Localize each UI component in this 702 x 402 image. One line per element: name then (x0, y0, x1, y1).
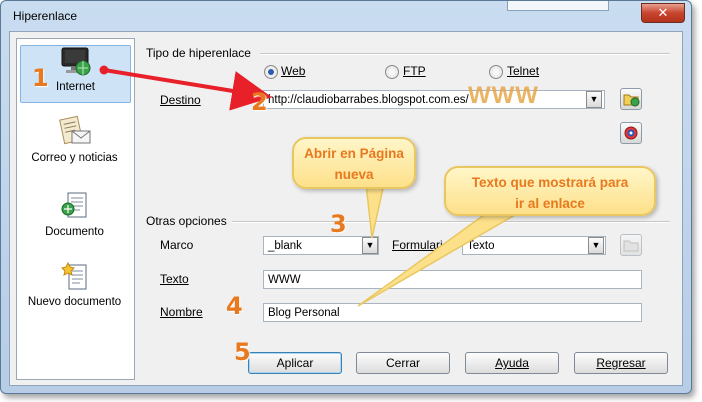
category-document-label: Documento (45, 226, 104, 238)
category-new-document-label: Nuevo documento (27, 296, 122, 308)
radio-web[interactable] (264, 65, 278, 79)
background-window-fragment (507, 1, 609, 11)
frame-label: Marco (160, 238, 194, 252)
open-folder-globe-icon (623, 94, 640, 107)
target-dropdown-button[interactable]: ▼ (586, 91, 602, 108)
category-mail-news-label: Correo y noticias (31, 152, 118, 164)
target-in-document-button[interactable] (620, 122, 642, 144)
target-url-input[interactable]: http://claudiobarrabes.blogspot.com.es/ (263, 90, 605, 109)
callout-display-text: Texto que mostrará para ir al enlace (444, 166, 656, 216)
frame-dropdown-button[interactable]: ▼ (362, 237, 378, 254)
category-internet-label: Internet (56, 81, 95, 93)
name-input[interactable]: Blog Personal (263, 303, 642, 322)
category-new-document[interactable]: Nuevo documento (20, 261, 129, 327)
window-title: Hiperenlace (13, 9, 78, 23)
radio-ftp[interactable] (385, 65, 399, 79)
category-document[interactable]: Documento (20, 191, 129, 241)
step-number-5: 5 (234, 338, 251, 366)
hyperlink-type-heading: Tipo de hiperenlace (146, 46, 251, 60)
target-label: Destino (160, 93, 201, 107)
browse-web-button[interactable] (620, 88, 642, 110)
target-icon (624, 126, 638, 140)
step-number-1: 1 (32, 64, 49, 92)
back-button[interactable]: Regresar (574, 352, 668, 374)
events-button[interactable] (620, 234, 642, 256)
new-document-icon (60, 261, 86, 290)
name-label: Nombre (160, 305, 203, 319)
www-overlay-text: WWW (468, 82, 539, 109)
apply-button[interactable]: Aplicar (248, 352, 342, 374)
radio-telnet-label[interactable]: Telnet (507, 64, 539, 78)
category-mail-news[interactable]: Correo y noticias (20, 115, 129, 181)
events-icon (623, 240, 639, 252)
title-bar: Hiperenlace ✕ (1, 1, 691, 31)
hyperlink-type-divider (260, 53, 670, 55)
internet-globe-icon (61, 47, 90, 76)
close-button[interactable]: Cerrar (356, 352, 450, 374)
other-options-divider (232, 221, 670, 223)
text-label: Texto (160, 272, 189, 286)
form-dropdown-button[interactable]: ▼ (588, 237, 604, 254)
help-button[interactable]: Ayuda (465, 352, 559, 374)
radio-web-label[interactable]: Web (281, 64, 305, 78)
radio-ftp-label[interactable]: FTP (403, 64, 426, 78)
step-number-4: 4 (226, 292, 243, 320)
form-select[interactable]: Texto (462, 236, 606, 255)
form-label: Formulario (392, 238, 450, 252)
callout-open-new-page: Abrir en Página nueva (292, 137, 416, 189)
other-options-heading: Otras opciones (146, 214, 227, 228)
close-window-button[interactable]: ✕ (641, 3, 685, 23)
document-icon (61, 192, 86, 218)
radio-telnet[interactable] (489, 65, 503, 79)
text-input[interactable]: WWW (263, 270, 642, 289)
step-number-3: 3 (330, 210, 347, 238)
mail-news-icon (58, 115, 90, 145)
step-number-2: 2 (251, 88, 268, 116)
